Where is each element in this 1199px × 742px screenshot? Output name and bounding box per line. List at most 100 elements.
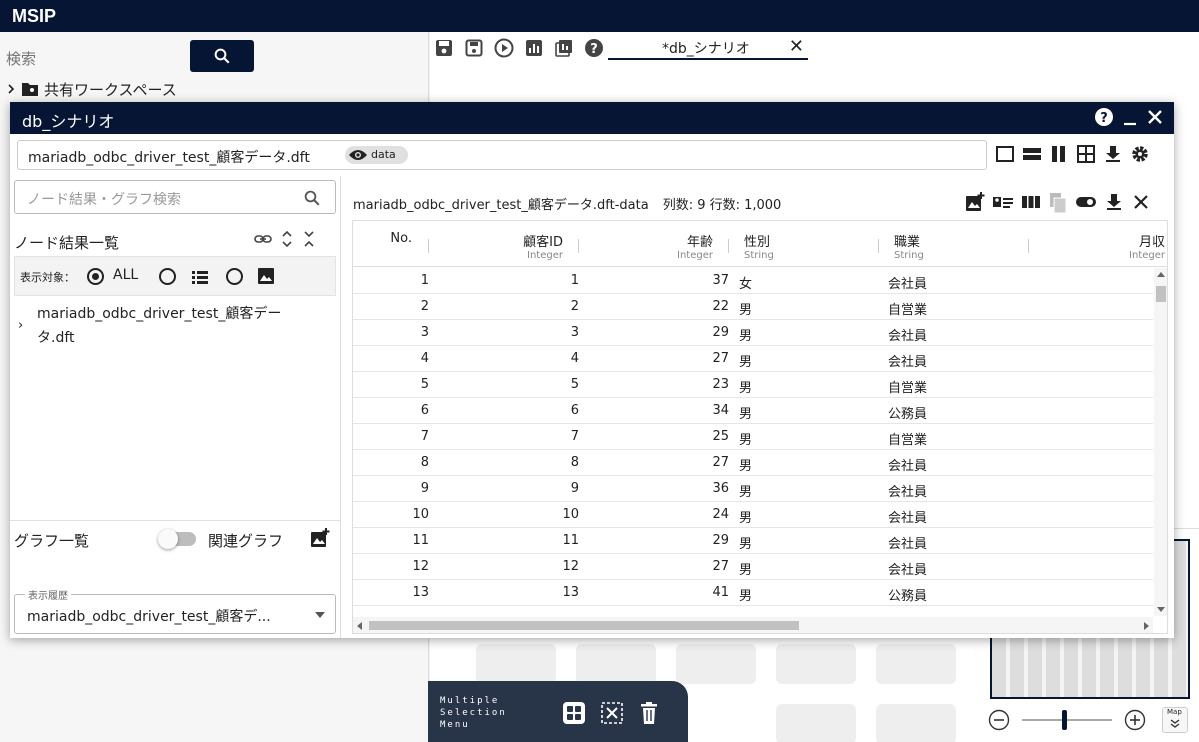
col-separator[interactable]	[578, 239, 579, 253]
table-cell: 29	[712, 325, 729, 340]
table-row[interactable]: 9 9 36 男 会社員	[353, 476, 1153, 502]
chevron-right-icon: ›	[18, 318, 24, 333]
search-input[interactable]	[6, 48, 176, 70]
layout-columns-icon[interactable]	[1049, 144, 1069, 164]
filter-radio-image[interactable]	[226, 268, 243, 285]
table-cell: 3	[420, 325, 429, 340]
delete-icon[interactable]	[638, 701, 660, 725]
col-header-no[interactable]: No.	[390, 231, 412, 246]
data-chip[interactable]: data	[345, 146, 408, 164]
node-list-title: ノード結果一覧	[14, 234, 120, 252]
node-list-tools	[254, 230, 316, 248]
table-row[interactable]: 6 6 34 男 公務員	[353, 398, 1153, 424]
link-icon[interactable]	[254, 230, 272, 248]
chart-button[interactable]	[523, 37, 545, 59]
scroll-right-icon[interactable]	[1144, 622, 1149, 630]
related-graph-toggle[interactable]	[158, 529, 196, 549]
zoom-slider[interactable]	[1022, 710, 1112, 730]
col-separator[interactable]	[1028, 239, 1029, 253]
table-row[interactable]: 3 3 29 男 会社員	[353, 320, 1153, 346]
scroll-up-icon[interactable]	[1157, 272, 1165, 277]
col-header-occupation[interactable]: 職業 String	[894, 231, 924, 261]
table-row[interactable]: 4 4 27 男 会社員	[353, 346, 1153, 372]
table-cell: 27	[712, 559, 729, 574]
table-cell: 男	[739, 563, 753, 578]
table-row[interactable]: 13 13 41 男 公務員	[353, 580, 1153, 606]
zoom-slider-thumb[interactable]	[1062, 710, 1067, 730]
add-image-icon[interactable]	[310, 528, 330, 548]
vertical-scroll-thumb[interactable]	[1156, 286, 1166, 302]
layout-rows-icon[interactable]	[1022, 144, 1042, 164]
filter-all-label: ALL	[113, 267, 139, 283]
zoom-out-icon[interactable]	[988, 709, 1010, 731]
col-header-age[interactable]: 年齢 Integer	[677, 231, 713, 261]
history-select[interactable]: 表示履歴 mariadb_odbc_driver_test_顧客デ...	[14, 587, 336, 634]
layout-grid-icon[interactable]	[1076, 144, 1096, 164]
path-text: mariadb_odbc_driver_test_顧客データ.dft	[28, 150, 310, 166]
save-button[interactable]	[433, 37, 455, 59]
col-separator[interactable]	[728, 239, 729, 253]
table-row[interactable]: 10 10 24 男 会社員	[353, 502, 1153, 528]
zoom-in-icon[interactable]	[1124, 709, 1146, 731]
tree-item-workspace[interactable]: 共有ワークスペース	[6, 79, 177, 99]
horizontal-scrollbar[interactable]	[353, 617, 1153, 633]
search-button[interactable]	[190, 40, 254, 72]
help-button[interactable]: ?	[583, 37, 605, 59]
table-cell: 9	[420, 481, 429, 496]
col-header-customer-id[interactable]: 顧客ID Integer	[523, 231, 563, 261]
report-button[interactable]	[553, 37, 575, 59]
id-card-icon[interactable]	[992, 192, 1014, 212]
minimap-collapse-button[interactable]: Map	[1162, 707, 1188, 733]
filter-radio-all[interactable]	[87, 268, 104, 285]
table-row[interactable]: 12 12 27 男 会社員	[353, 554, 1153, 580]
tab-db-scenario[interactable]: *db_シナリオ ✕	[608, 36, 808, 60]
expand-icon[interactable]	[280, 230, 294, 248]
copy-icon[interactable]	[1048, 192, 1068, 214]
table-row[interactable]: 7 7 25 男 自営業	[353, 424, 1153, 450]
close-icon[interactable]	[1131, 192, 1151, 212]
download-icon[interactable]	[1103, 144, 1123, 164]
pane-splitter[interactable]	[340, 176, 341, 638]
minimize-icon[interactable]	[1122, 107, 1138, 127]
col-type: Integer	[1129, 250, 1165, 261]
folder-icon	[22, 83, 38, 96]
horizontal-scroll-thumb[interactable]	[369, 621, 799, 630]
node-search-input[interactable]: ノード結果・グラフ検索	[14, 180, 336, 214]
columns-icon[interactable]	[1021, 192, 1041, 212]
table-row[interactable]: 8 8 27 男 会社員	[353, 450, 1153, 476]
table-row[interactable]: 11 11 29 男 会社員	[353, 528, 1153, 554]
data-chip-label: data	[371, 148, 396, 161]
table-cell: 会社員	[888, 563, 928, 578]
close-tab-icon[interactable]: ✕	[789, 36, 804, 57]
col-header-monthly-income[interactable]: 月収 Integer	[1129, 231, 1165, 261]
scroll-down-icon[interactable]	[1157, 607, 1165, 612]
minimap-label: Map	[1167, 708, 1182, 716]
col-separator[interactable]	[878, 239, 879, 253]
help-icon[interactable]: ?	[1094, 107, 1114, 127]
download-icon[interactable]	[1104, 192, 1124, 212]
path-field[interactable]: mariadb_odbc_driver_test_顧客データ.dft data	[17, 140, 987, 170]
deselect-icon[interactable]	[600, 701, 624, 725]
editor-toolbar: ?	[433, 37, 605, 59]
col-header-gender[interactable]: 性別 String	[744, 231, 774, 261]
gear-icon[interactable]	[1130, 144, 1150, 164]
layout-single-icon[interactable]	[995, 144, 1015, 164]
group-select-icon[interactable]	[562, 701, 586, 725]
vertical-scrollbar[interactable]	[1154, 268, 1167, 616]
add-image-icon[interactable]	[965, 192, 985, 212]
col-separator[interactable]	[428, 239, 429, 253]
table-cell: 自営業	[888, 381, 928, 396]
save-as-button[interactable]	[463, 37, 485, 59]
collapse-icon[interactable]	[302, 230, 316, 248]
data-title: mariadb_odbc_driver_test_顧客データ.dft-data	[353, 198, 649, 213]
table-row[interactable]: 5 5 23 男 自営業	[353, 372, 1153, 398]
filter-radio-table[interactable]	[159, 268, 176, 285]
close-icon[interactable]	[1146, 108, 1164, 126]
toggle-icon[interactable]	[1075, 192, 1097, 212]
scroll-left-icon[interactable]	[357, 622, 362, 630]
table-row[interactable]: 2 2 22 男自営業	[353, 294, 1153, 320]
run-button[interactable]	[493, 37, 515, 59]
multiple-selection-menu: Multiple Selection Menu	[428, 681, 688, 742]
table-row[interactable]: 1 1 37 女 会社員	[353, 268, 1153, 294]
dialog-title: db_シナリオ	[22, 112, 115, 131]
